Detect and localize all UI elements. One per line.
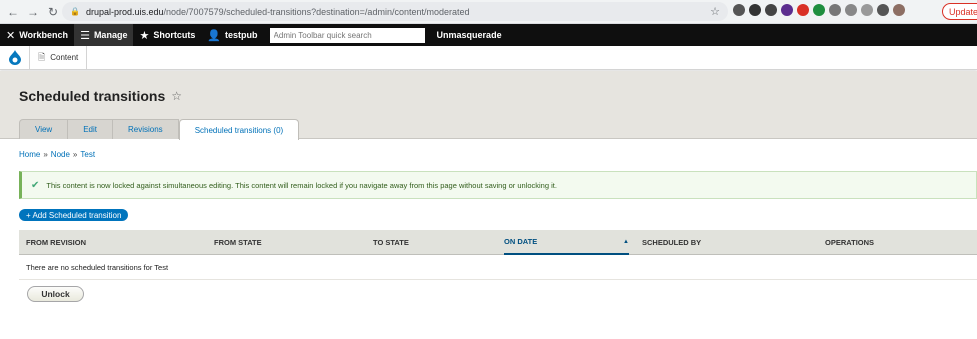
tab-view[interactable]: View [19,119,69,139]
breadcrumb-separator: » [43,150,48,159]
toolbar-shortcuts[interactable]: ★ Shortcuts [133,24,201,46]
page-title-text: Scheduled transitions [19,88,166,104]
extension-icon[interactable] [829,4,841,16]
column-operations: Operations [825,238,875,247]
profile-avatar[interactable] [893,4,905,16]
extension-icon[interactable] [749,4,761,16]
url-host: drupal-prod.uis.edu [85,6,164,17]
forward-icon[interactable]: → [26,5,40,19]
lock-icon: 🔒 [70,7,80,16]
column-from-revision: From revision [26,238,87,247]
browser-toolbar: ← → ↻ 🔒 drupal-prod.uis.edu /node/700757… [0,0,977,24]
extension-icon[interactable] [797,4,809,16]
extension-icon[interactable] [733,4,745,16]
primary-tabs: View Edit Revisions Scheduled transition… [19,119,300,140]
url-path: /node/7007579/scheduled-transitions?dest… [163,6,470,17]
sort-ascending-icon: ▲ [623,238,629,245]
status-message: ✔ This content is now locked against sim… [19,171,977,199]
drupal-logo-icon[interactable] [0,45,30,70]
extension-icon[interactable] [813,4,825,16]
column-to-state: To state [373,238,409,247]
extension-icon[interactable] [861,4,873,16]
tools-icon: ✕ [6,28,16,42]
update-button[interactable]: Update [942,3,977,20]
shortcut-star-icon[interactable]: ☆ [171,89,182,103]
star-icon: ★ [139,28,150,42]
table-header: From revision From state To state On dat… [19,230,977,255]
toolbar-unmasquerade[interactable]: Unmasquerade [431,24,508,46]
toolbar-unmasquerade-label: Unmasquerade [436,30,502,40]
breadcrumb-node[interactable]: Node [51,150,70,159]
table-empty-row: There are no scheduled transitions for T… [19,255,977,280]
address-bar[interactable]: 🔒 drupal-prod.uis.edu /node/7007579/sche… [62,2,728,21]
toolbar-content-link[interactable]: 🗎 Content [30,45,88,70]
puzzle-icon[interactable] [877,4,889,16]
breadcrumb-home[interactable]: Home [19,150,40,159]
breadcrumb-test[interactable]: Test [80,150,95,159]
column-from-state: From state [214,238,262,247]
unlock-button[interactable]: Unlock [27,286,84,302]
toolbar-manage[interactable]: ☰ Manage [74,24,134,46]
toolbar-shortcuts-label: Shortcuts [153,30,196,40]
secondary-toolbar: 🗎 Content [0,45,977,70]
drupal-drop-icon [8,50,21,65]
toolbar-manage-label: Manage [93,30,128,40]
admin-toolbar: ✕ Workbench ☰ Manage ★ Shortcuts 👤 testp… [0,24,977,46]
admin-quick-search-input[interactable] [269,27,425,43]
tab-revisions[interactable]: Revisions [112,119,179,139]
check-icon: ✔ [31,179,40,191]
page-header: Scheduled transitions ☆ View Edit Revisi… [0,71,977,140]
menu-icon: ☰ [80,28,90,42]
extension-icon[interactable] [781,4,793,16]
toolbar-user[interactable]: 👤 testpub [201,24,263,46]
toolbar-workbench[interactable]: ✕ Workbench [0,24,74,46]
extension-icon[interactable] [845,4,857,16]
scheduled-transitions-table: From revision From state To state On dat… [19,230,977,280]
toolbar-user-label: testpub [225,30,258,40]
status-message-text: This content is now locked against simul… [46,180,557,190]
column-scheduled-by: Scheduled by [642,238,702,247]
extension-icons [733,4,905,16]
document-icon: 🗎 [38,52,46,63]
reload-icon[interactable]: ↻ [46,5,60,19]
page-title: Scheduled transitions ☆ [19,88,182,104]
tab-scheduled-transitions[interactable]: Scheduled transitions (0) [178,119,300,140]
content-label: Content [50,53,79,62]
tab-edit[interactable]: Edit [67,119,113,139]
bookmark-star-icon[interactable]: ☆ [710,5,720,18]
user-icon: 👤 [207,28,222,42]
extension-icon[interactable] [765,4,777,16]
empty-message: There are no scheduled transitions for T… [26,262,169,272]
column-on-date-label: On date [504,237,538,246]
breadcrumb-separator: » [72,150,78,159]
breadcrumb: Home» Node» Test [19,150,95,159]
back-icon[interactable]: ← [6,5,20,19]
column-on-date[interactable]: On date ▲ [504,230,629,255]
toolbar-workbench-label: Workbench [19,30,69,40]
add-scheduled-transition-button[interactable]: + Add Scheduled transition [19,209,129,221]
